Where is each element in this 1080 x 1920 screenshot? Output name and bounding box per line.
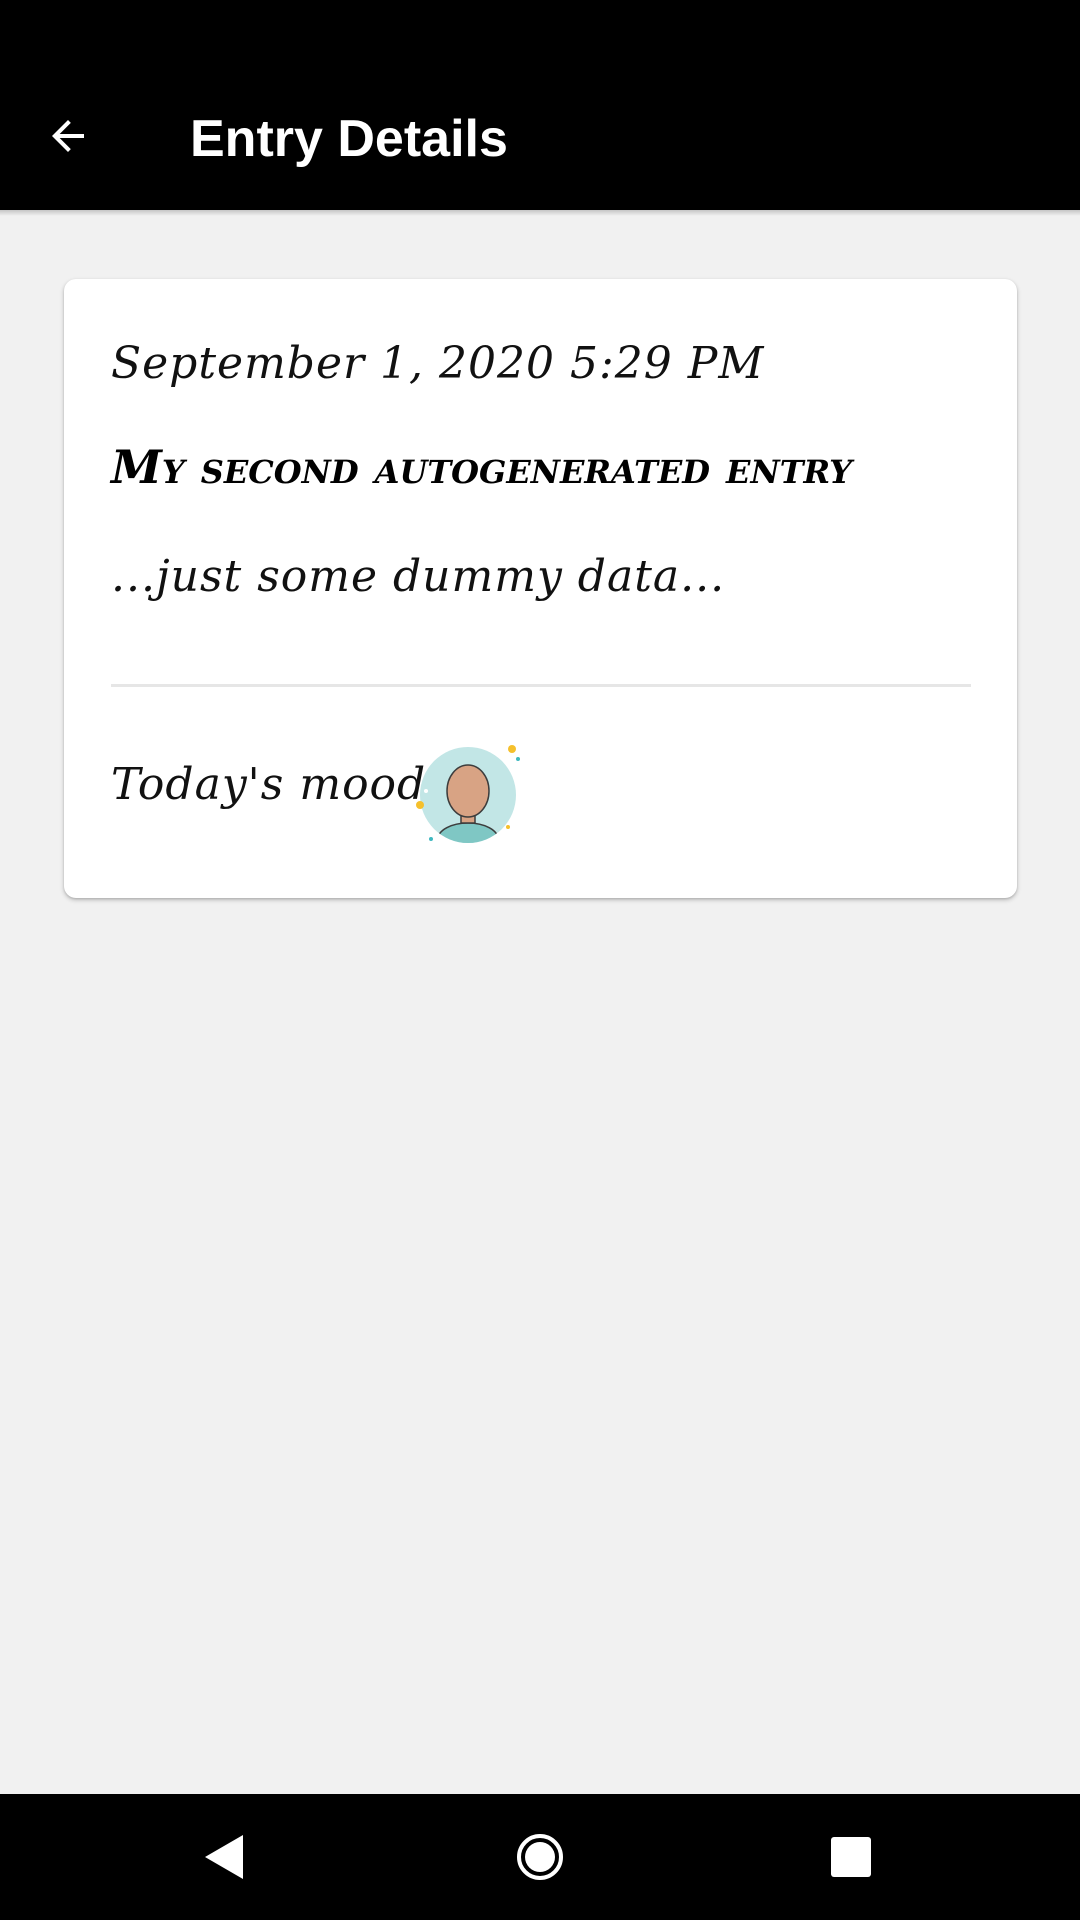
mood-avatar bbox=[416, 739, 526, 849]
nav-recents-button[interactable] bbox=[806, 1812, 896, 1902]
entry-body: ...just some dummy data... bbox=[111, 551, 726, 602]
mood-label: Today's mood: bbox=[111, 759, 443, 810]
arrow-back-icon bbox=[52, 120, 84, 152]
app-toolbar: Entry Details bbox=[0, 0, 1080, 210]
toolbar-shadow bbox=[0, 210, 1080, 216]
entry-card: September 1, 2020 5:29 PM My second auto… bbox=[64, 279, 1017, 898]
nav-home-button[interactable] bbox=[495, 1812, 585, 1902]
nav-recents-square-icon bbox=[831, 1837, 871, 1877]
page-title: Entry Details bbox=[190, 110, 508, 168]
entry-details-screen: Entry Details September 1, 2020 5:29 PM … bbox=[0, 0, 1080, 1920]
back-button[interactable] bbox=[28, 96, 108, 176]
neutral-person-avatar-icon bbox=[416, 745, 520, 843]
system-navigation-bar bbox=[0, 1794, 1080, 1920]
nav-back-triangle-icon bbox=[205, 1835, 243, 1879]
divider bbox=[111, 684, 971, 687]
entry-date: September 1, 2020 5:29 PM bbox=[111, 338, 765, 389]
nav-home-circle-icon bbox=[517, 1834, 563, 1880]
entry-title: My second autogenerated entry bbox=[111, 440, 852, 494]
nav-back-button[interactable] bbox=[180, 1812, 270, 1902]
